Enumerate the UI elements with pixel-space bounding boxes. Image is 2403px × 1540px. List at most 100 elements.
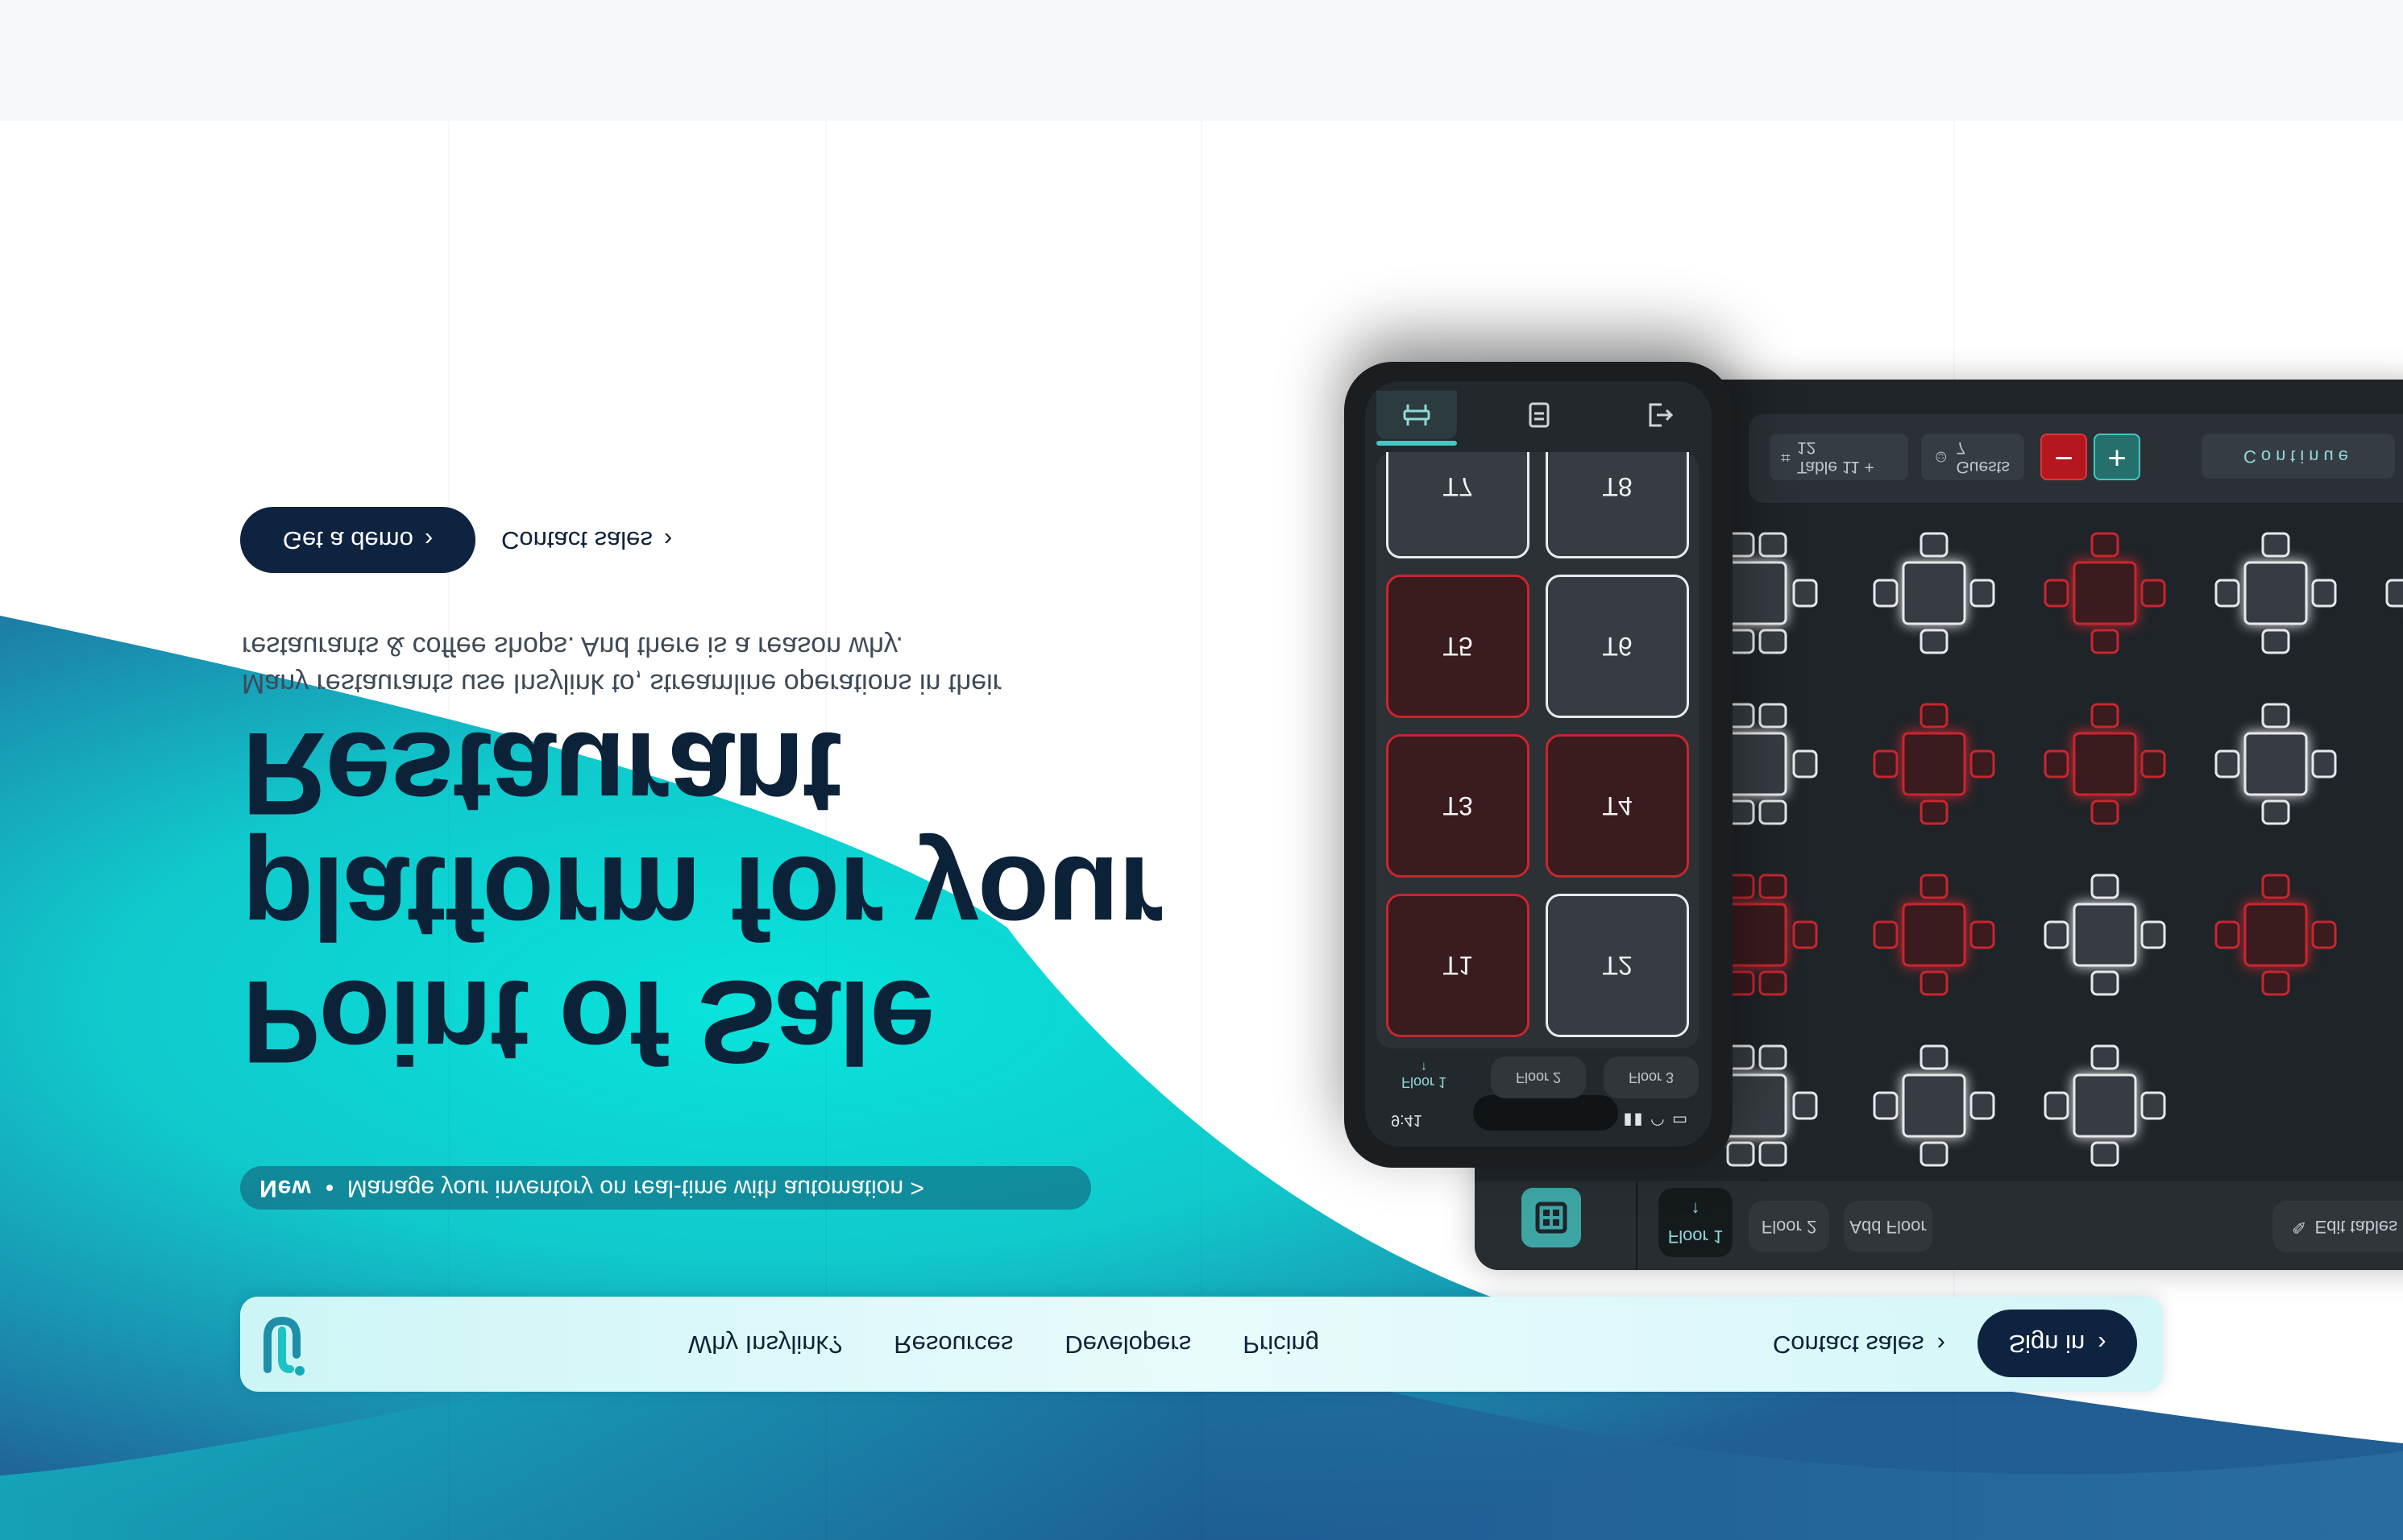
nav-why-insylink[interactable]: Why Insylink?: [688, 1330, 842, 1359]
table-shape[interactable]: [2073, 732, 2137, 796]
chair-shape: [1873, 749, 1899, 778]
table-label: T7: [1442, 472, 1473, 502]
edit-tables-label: Edit tables: [2314, 1217, 2398, 1237]
phone-table-tile[interactable]: T4: [1546, 734, 1689, 878]
chair-shape: [2261, 874, 2290, 899]
nav-contact-sales-link[interactable]: Contact sales ›: [1773, 1297, 1945, 1392]
sign-in-button[interactable]: Sign in ›: [1978, 1310, 2137, 1377]
guests-chip[interactable]: ☺ Guests 7: [1921, 434, 2024, 480]
navigation-bar: Why Insylink? Resources Developers Prici…: [240, 1297, 2163, 1392]
phone-floor-3-tab[interactable]: Floor 3: [1604, 1056, 1699, 1098]
phone-mockup: 9:41 ▮▮ ◠ ▭ Floor 1 ↑ Floor 2 Floor 3 T1…: [1344, 362, 1733, 1168]
table-shape[interactable]: [2243, 561, 2308, 625]
chair-shape: [1919, 703, 1949, 728]
status-time: 9:41: [1391, 1111, 1422, 1129]
continue-button[interactable]: Continue: [2202, 434, 2395, 479]
floor-label: Floor 2: [1515, 1069, 1562, 1086]
chair-shape: [2090, 799, 2119, 825]
signal-wifi-battery-icon: ▮▮ ◠ ▭: [1623, 1111, 1689, 1129]
chair-shape: [1969, 1091, 1995, 1120]
chair-shape: [1792, 749, 1818, 778]
guests-icon: ☺: [1932, 448, 1950, 467]
table-icon: [1403, 405, 1430, 425]
nav-developers[interactable]: Developers: [1065, 1330, 1191, 1359]
nav-pricing[interactable]: Pricing: [1243, 1330, 1319, 1359]
tables-tab[interactable]: [1376, 391, 1457, 439]
chair-shape: [1919, 970, 1949, 996]
phone-table-tile[interactable]: T1: [1386, 894, 1529, 1037]
phone-table-tile[interactable]: T2: [1546, 894, 1689, 1037]
phone-floor-1-tab[interactable]: Floor 1 ↑: [1376, 1048, 1471, 1102]
logout-tab[interactable]: [1620, 391, 1700, 439]
floor-label: Floor 3: [1628, 1069, 1675, 1086]
selected-table-chip[interactable]: ⌗ Table 11 + 12: [1770, 434, 1908, 480]
edit-tables-button[interactable]: ✎ Edit tables: [2272, 1201, 2403, 1252]
nav-resources[interactable]: Resources: [894, 1330, 1013, 1359]
phone-table-tile[interactable]: T3: [1386, 734, 1529, 878]
orders-tab[interactable]: [1499, 391, 1579, 439]
floor-plan: [1716, 532, 2403, 1167]
table-label: T2: [1602, 951, 1633, 981]
logout-icon: [1649, 403, 1674, 427]
chair-shape: [1792, 579, 1818, 608]
selected-table-label: Table 11 + 12: [1796, 438, 1874, 476]
plus-guests-button[interactable]: +: [2094, 434, 2140, 480]
guests-label: Guests 7: [1956, 438, 2010, 476]
table-shape[interactable]: [1902, 561, 1966, 625]
chair-shape: [2261, 799, 2290, 825]
tablet-floor-1-tab[interactable]: Floor 1 ↑: [1658, 1188, 1733, 1257]
tablet-floor-2-tab[interactable]: Floor 2: [1749, 1201, 1829, 1252]
phone-screen: 9:41 ▮▮ ◠ ▭ Floor 1 ↑ Floor 2 Floor 3 T1…: [1365, 381, 1712, 1147]
subtitle-line: restaurants & coffee shops. And there is…: [242, 631, 903, 662]
chair-shape: [1758, 629, 1787, 654]
hero-contact-sales-link[interactable]: Contact sales ›: [501, 507, 672, 573]
chair-shape: [1726, 1141, 1755, 1167]
chair-shape: [1873, 1091, 1899, 1120]
chair-shape: [2090, 703, 2119, 728]
table-shape[interactable]: [2243, 903, 2308, 967]
announcement-banner[interactable]: New Manage your inventory on real-time w…: [240, 1166, 1091, 1210]
chevron-right-icon: ›: [663, 526, 673, 554]
chair-shape: [2090, 1044, 2119, 1070]
header-band: [0, 0, 2403, 121]
chair-shape: [2261, 703, 2290, 728]
chair-shape: [2140, 579, 2166, 608]
headline-line: platform for your: [242, 832, 1163, 964]
floor-plan-icon[interactable]: [1521, 1188, 1581, 1247]
get-demo-button[interactable]: Get a demo ›: [240, 507, 475, 573]
table-shape[interactable]: [2073, 561, 2137, 625]
table-label: T1: [1442, 951, 1473, 981]
table-label: T6: [1602, 632, 1633, 662]
chair-shape: [1758, 970, 1787, 996]
phone-table-tile[interactable]: T6: [1546, 575, 1689, 718]
divider: [1636, 1181, 1637, 1270]
table-shape[interactable]: [1902, 903, 1966, 967]
receipt-icon: [1529, 402, 1550, 428]
chair-shape: [1969, 749, 1995, 778]
tablet-add-floor-button[interactable]: Add Floor: [1844, 1201, 1932, 1252]
chair-shape: [2311, 920, 2337, 949]
chair-shape: [1919, 799, 1949, 825]
chair-shape: [2140, 749, 2166, 778]
chair-shape: [1919, 1044, 1949, 1070]
table-label: T4: [1602, 791, 1633, 821]
table-shape[interactable]: [2243, 732, 2308, 796]
minus-guests-button[interactable]: −: [2040, 434, 2087, 480]
pencil-icon: ✎: [2292, 1217, 2307, 1237]
chair-shape: [2385, 579, 2403, 608]
table-shape[interactable]: [1902, 732, 1966, 796]
table-shape[interactable]: [1902, 1073, 1966, 1138]
chair-shape: [1919, 1141, 1949, 1167]
phone-floor-2-tab[interactable]: Floor 2: [1491, 1056, 1586, 1098]
chair-shape: [2090, 532, 2119, 558]
chevron-right-icon: ›: [424, 526, 434, 554]
table-shape[interactable]: [2073, 1073, 2137, 1138]
chair-shape: [2044, 749, 2069, 778]
table-shape[interactable]: [2073, 903, 2137, 967]
insylink-logo[interactable]: [261, 1310, 311, 1379]
hero-contact-sales-label: Contact sales: [501, 526, 653, 554]
tablet-action-bar: ⌗ Table 11 + 12 ☺ Guests 7 − + Continue: [1749, 414, 2403, 503]
chair-shape: [1919, 874, 1949, 899]
chair-shape: [2261, 970, 2290, 996]
phone-table-tile[interactable]: T5: [1386, 575, 1529, 718]
